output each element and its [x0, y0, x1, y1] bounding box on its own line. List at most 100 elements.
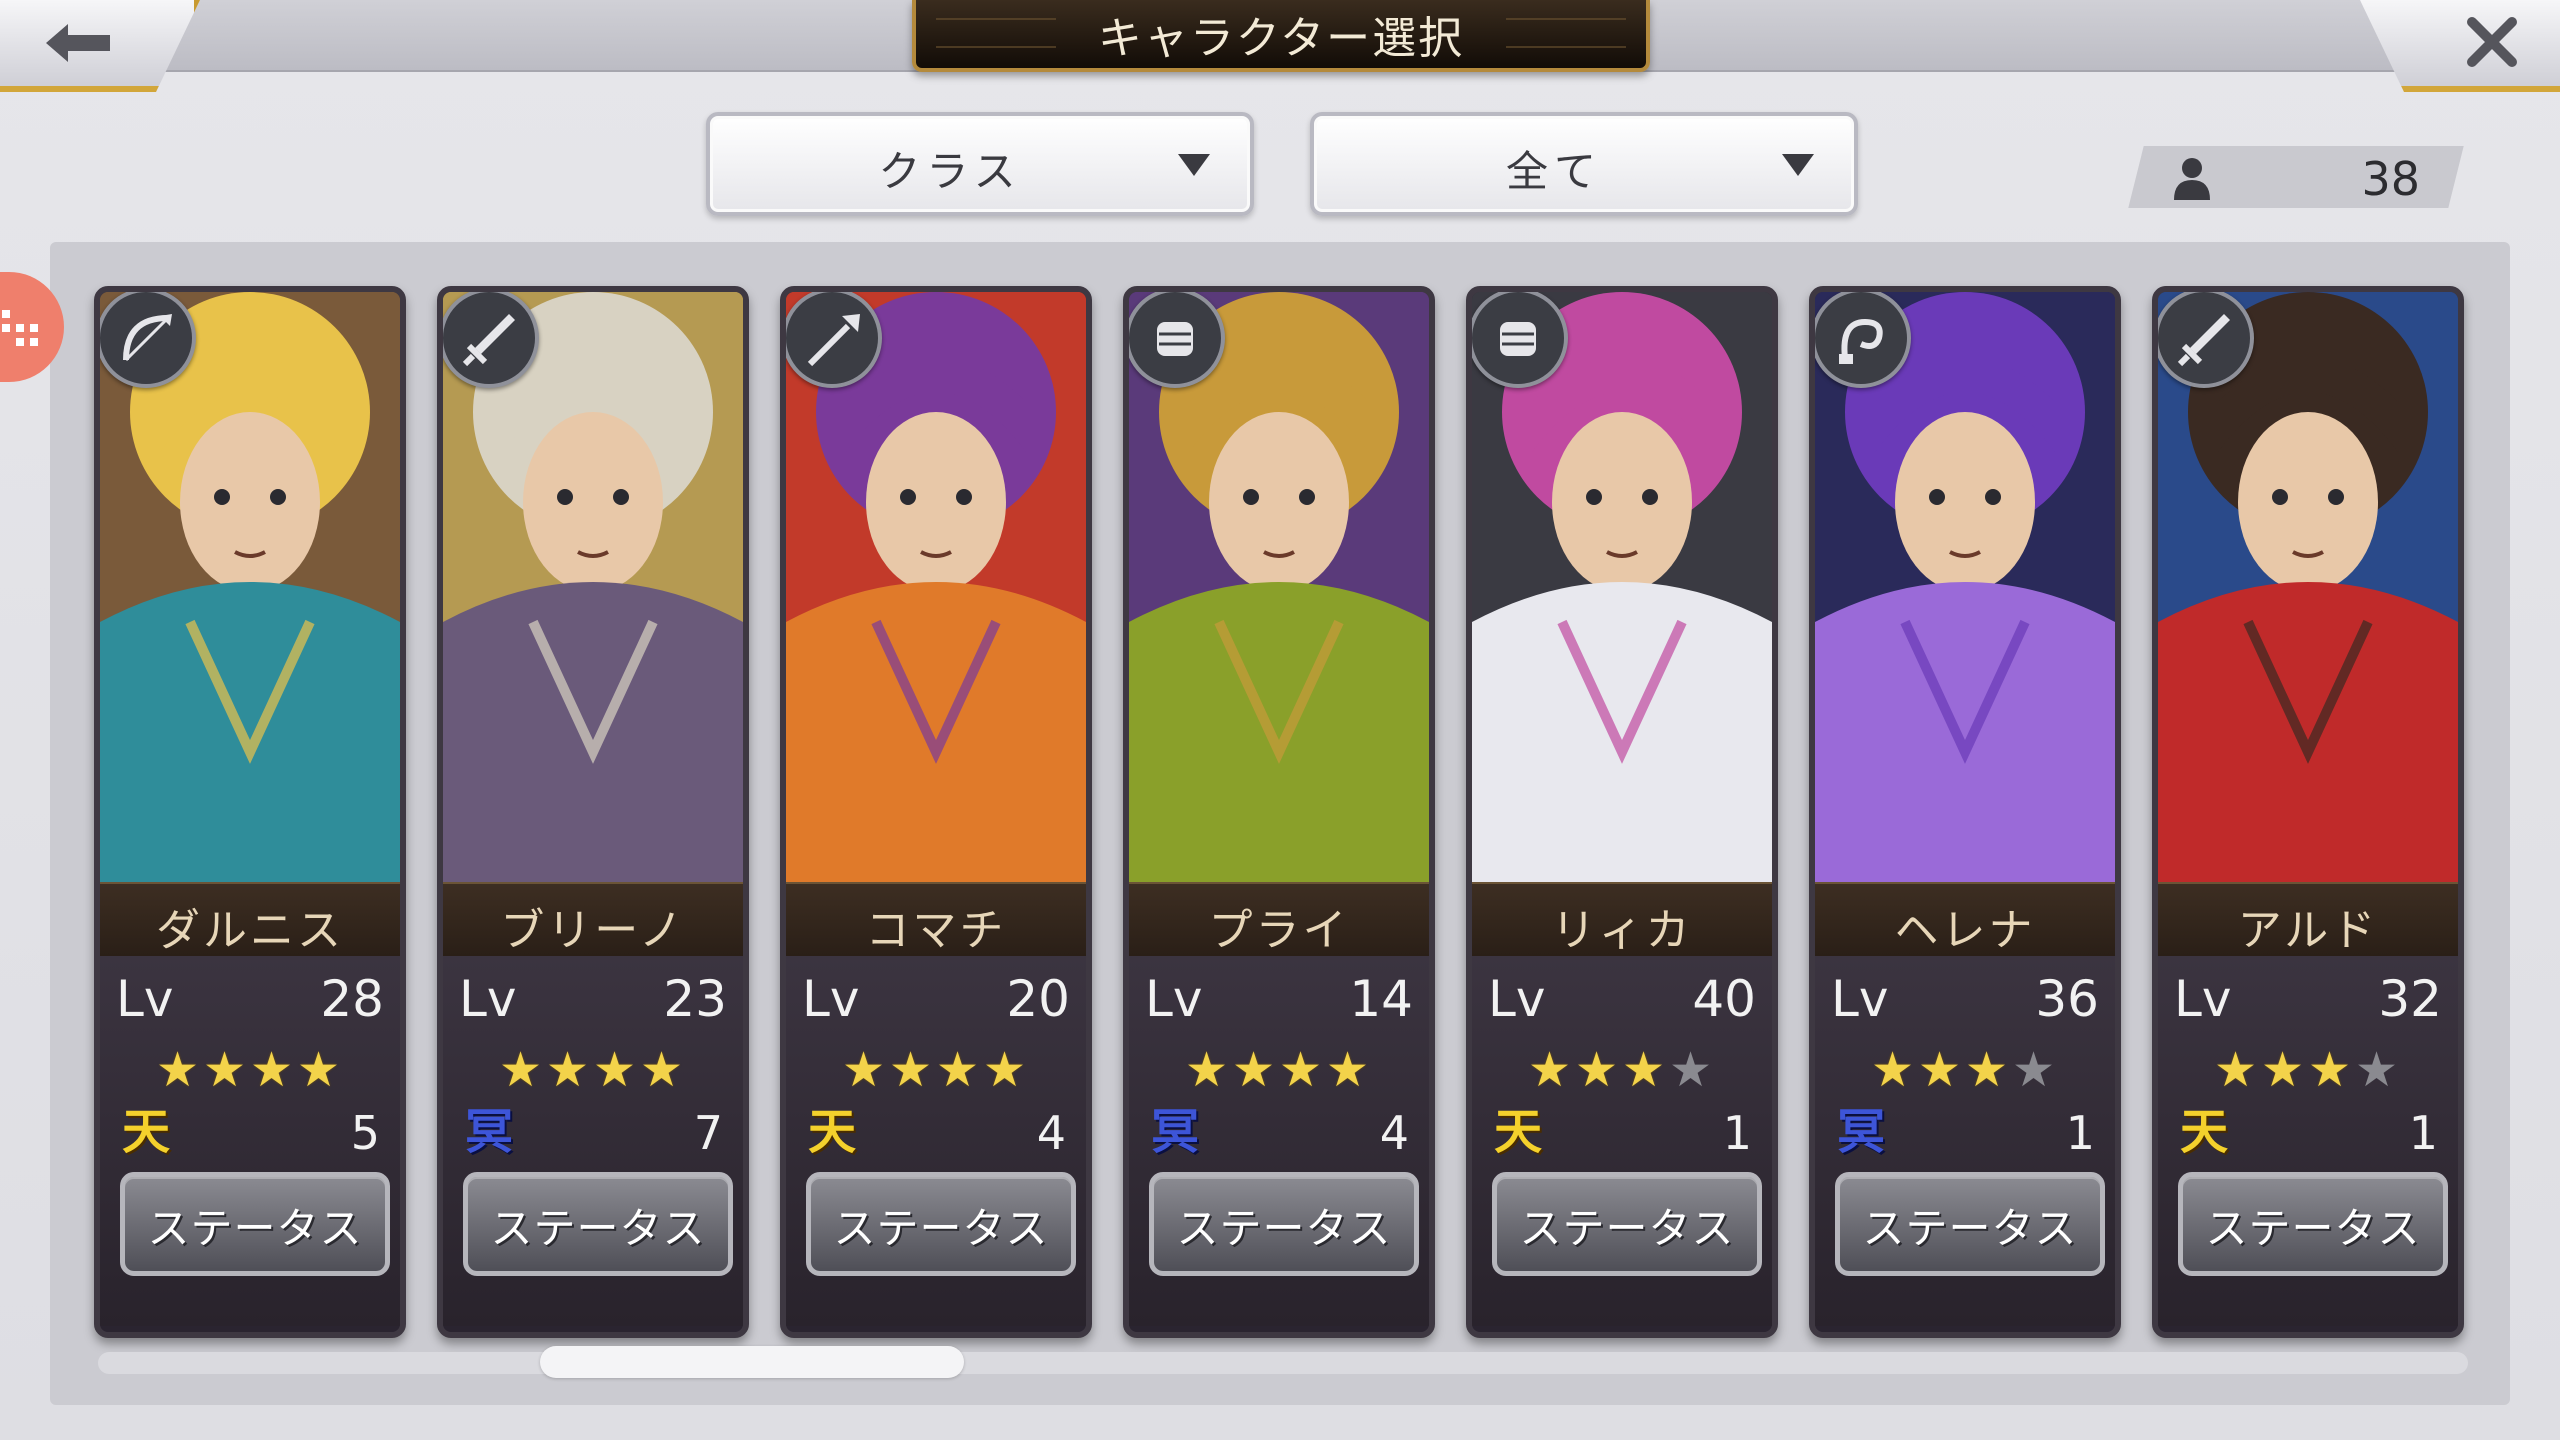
level-label: Lv: [802, 970, 860, 1028]
level-label: Lv: [1145, 970, 1203, 1028]
status-button[interactable]: ステータス: [806, 1172, 1076, 1276]
close-icon: [2467, 17, 2517, 67]
star-icon: ★: [202, 1042, 250, 1098]
star-icon: ★: [1527, 1042, 1575, 1098]
star-icon: ★: [936, 1042, 984, 1098]
character-info: Lv 40 ★★★★ 天 1 ステータス: [1472, 956, 1772, 1326]
star-icon: ★: [1965, 1042, 2013, 1098]
status-button[interactable]: ステータス: [120, 1172, 390, 1276]
class-filter-label: クラス: [878, 147, 1022, 196]
character-name-bar: ヘレナ: [1815, 882, 2115, 958]
character-info: Lv 14 ★★★★ 冥 4 ステータス: [1129, 956, 1429, 1326]
character-card[interactable]: コマチ Lv 20 ★★★★ 天 4 ステータス: [780, 286, 1092, 1338]
character-name-bar: プライ: [1129, 882, 1429, 958]
page-title: キャラクター選択: [1097, 13, 1465, 64]
star-icon: ★: [2012, 1042, 2060, 1098]
attribute-filter-label: 全て: [1505, 147, 1602, 196]
star-rating: ★★★★: [1472, 1042, 1772, 1098]
level-label: Lv: [1831, 970, 1889, 1028]
sword-icon: [2158, 292, 2254, 388]
close-button[interactable]: [2360, 0, 2560, 92]
level-value: 14: [1349, 970, 1413, 1028]
status-button[interactable]: ステータス: [1492, 1172, 1762, 1276]
status-button-label: ステータス: [490, 1204, 706, 1253]
star-icon: ★: [888, 1042, 936, 1098]
left-arrow-icon: [46, 24, 110, 62]
character-name: ブリーノ: [500, 905, 686, 956]
level-value: 20: [1006, 970, 1070, 1028]
level-value: 32: [2378, 970, 2442, 1028]
star-icon: ★: [593, 1042, 641, 1098]
status-button[interactable]: ステータス: [463, 1172, 733, 1276]
character-name: ヘレナ: [1894, 905, 2036, 956]
attribute-icon: 冥: [1836, 1104, 1885, 1160]
level-value: 23: [663, 970, 727, 1028]
level-label: Lv: [2174, 970, 2232, 1028]
status-button[interactable]: ステータス: [2178, 1172, 2448, 1276]
star-icon: ★: [2355, 1042, 2403, 1098]
character-info: Lv 28 ★★★★ 天 5 ステータス: [100, 956, 400, 1326]
star-icon: ★: [841, 1042, 889, 1098]
attribute-count: 4: [1036, 1106, 1066, 1160]
star-rating: ★★★★: [443, 1042, 743, 1098]
level-value: 40: [1692, 970, 1756, 1028]
star-rating: ★★★★: [1129, 1042, 1429, 1098]
attribute-icon: 天: [2179, 1104, 2228, 1160]
character-name-bar: リィカ: [1472, 882, 1772, 958]
star-icon: ★: [640, 1042, 688, 1098]
attribute-icon: 冥: [464, 1104, 513, 1160]
character-name-bar: ダルニス: [100, 882, 400, 958]
character-card[interactable]: リィカ Lv 40 ★★★★ 天 1 ステータス: [1466, 286, 1778, 1338]
character-count: 38: [2128, 146, 2464, 208]
character-card[interactable]: プライ Lv 14 ★★★★ 冥 4 ステータス: [1123, 286, 1435, 1338]
attribute-icon: 天: [1493, 1104, 1542, 1160]
attribute-icon: 冥: [1150, 1104, 1199, 1160]
star-icon: ★: [1231, 1042, 1279, 1098]
fist-icon: [1129, 292, 1225, 388]
character-name: アルド: [2237, 905, 2379, 956]
character-name: コマチ: [865, 905, 1007, 956]
person-icon: [2174, 158, 2210, 200]
character-name: リィカ: [1551, 905, 1693, 956]
star-icon: ★: [1279, 1042, 1327, 1098]
status-button-label: ステータス: [1519, 1204, 1735, 1253]
character-info: Lv 23 ★★★★ 冥 7 ステータス: [443, 956, 743, 1326]
status-button-label: ステータス: [2205, 1204, 2421, 1253]
class-filter-dropdown[interactable]: クラス: [706, 112, 1254, 216]
star-icon: ★: [1669, 1042, 1717, 1098]
attribute-count: 4: [1379, 1106, 1409, 1160]
star-icon: ★: [1184, 1042, 1232, 1098]
star-icon: ★: [297, 1042, 345, 1098]
status-button[interactable]: ステータス: [1835, 1172, 2105, 1276]
scrollbar-thumb[interactable]: [540, 1346, 964, 1378]
whip-icon: [1815, 292, 1911, 388]
star-icon: ★: [498, 1042, 546, 1098]
star-icon: ★: [545, 1042, 593, 1098]
fist-icon: [1472, 292, 1568, 388]
star-icon: ★: [1870, 1042, 1918, 1098]
attribute-icon: 天: [121, 1104, 170, 1160]
star-icon: ★: [2213, 1042, 2261, 1098]
character-card[interactable]: ブリーノ Lv 23 ★★★★ 冥 7 ステータス: [437, 286, 749, 1338]
attribute-count: 5: [350, 1106, 380, 1160]
character-name-bar: アルド: [2158, 882, 2458, 958]
back-button[interactable]: [0, 0, 200, 92]
star-icon: ★: [983, 1042, 1031, 1098]
star-rating: ★★★★: [1815, 1042, 2115, 1098]
attribute-count: 1: [2065, 1106, 2095, 1160]
star-rating: ★★★★: [786, 1042, 1086, 1098]
scrollbar-track[interactable]: [98, 1352, 2468, 1374]
attribute-filter-dropdown[interactable]: 全て: [1310, 112, 1858, 216]
status-button-label: ステータス: [833, 1204, 1049, 1253]
status-button[interactable]: ステータス: [1149, 1172, 1419, 1276]
status-button-label: ステータス: [1862, 1204, 2078, 1253]
character-card[interactable]: ヘレナ Lv 36 ★★★★ 冥 1 ステータス: [1809, 286, 2121, 1338]
character-info: Lv 36 ★★★★ 冥 1 ステータス: [1815, 956, 2115, 1326]
character-info: Lv 32 ★★★★ 天 1 ステータス: [2158, 956, 2458, 1326]
character-name: ダルニス: [156, 905, 344, 956]
star-icon: ★: [2260, 1042, 2308, 1098]
character-card[interactable]: アルド Lv 32 ★★★★ 天 1 ステータス: [2152, 286, 2464, 1338]
status-button-label: ステータス: [147, 1204, 363, 1253]
character-card[interactable]: ダルニス Lv 28 ★★★★ 天 5 ステータス: [94, 286, 406, 1338]
star-rating: ★★★★: [2158, 1042, 2458, 1098]
